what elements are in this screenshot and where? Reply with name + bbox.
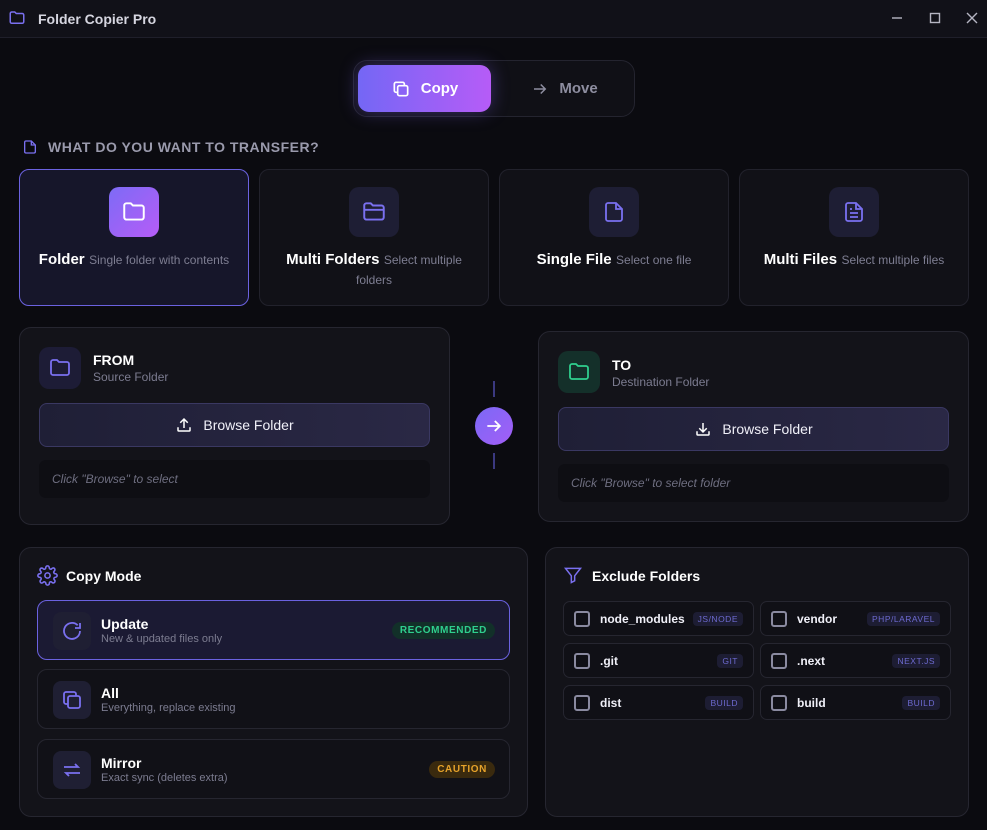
refresh-icon xyxy=(53,612,91,650)
close-icon xyxy=(966,12,978,24)
copy-label: Copy xyxy=(420,80,459,97)
copy-icon xyxy=(53,681,91,719)
exclude-name: dist xyxy=(600,696,622,710)
to-title: TO xyxy=(612,357,632,373)
file-icon xyxy=(24,140,36,154)
section-title: WHAT DO YOU WANT TO TRANSFER? xyxy=(48,139,320,155)
arrow-right-icon xyxy=(534,83,547,94)
file-icon xyxy=(589,187,639,237)
maximize-icon xyxy=(929,12,941,24)
type-desc: Single folder with contents xyxy=(89,253,230,267)
exclude-item-git[interactable]: .git GIT xyxy=(563,643,754,678)
copy-mode-option-all[interactable]: All Everything, replace existing xyxy=(37,669,510,729)
checkbox[interactable] xyxy=(771,695,787,711)
exclude-title: Exclude Folders xyxy=(592,568,701,584)
browse-label: Browse Folder xyxy=(722,421,813,437)
checkbox[interactable] xyxy=(574,611,590,627)
from-panel: FROM Source Folder Browse Folder Click "… xyxy=(19,327,450,525)
copy-mode-button[interactable]: Copy xyxy=(358,65,491,112)
folder-icon xyxy=(558,351,600,393)
exclude-name: .next xyxy=(797,654,826,668)
exclude-name: vendor xyxy=(797,612,838,626)
copy-icon xyxy=(393,81,409,96)
filter-icon xyxy=(563,567,583,584)
copy-mode-option-update[interactable]: Update New & updated files only RECOMMEN… xyxy=(37,600,510,660)
connector-line xyxy=(493,381,495,397)
folder-icon xyxy=(109,187,159,237)
exclude-tag: BUILD xyxy=(705,696,743,710)
folder-icon xyxy=(9,11,25,24)
type-card-multi-folders[interactable]: Multi Folders Select multiple folders xyxy=(259,169,489,306)
checkbox[interactable] xyxy=(574,653,590,669)
type-card-folder[interactable]: Folder Single folder with contents xyxy=(19,169,249,306)
type-desc: Select multiple files xyxy=(841,253,945,267)
minimize-icon xyxy=(892,17,902,19)
exclude-item-node-modules[interactable]: node_modules JS/NODE xyxy=(563,601,754,636)
exclude-name: build xyxy=(797,696,826,710)
close-button[interactable] xyxy=(963,9,981,27)
move-label: Move xyxy=(559,80,598,97)
option-name: Update xyxy=(101,616,149,632)
exclude-item-dist[interactable]: dist BUILD xyxy=(563,685,754,720)
folder-icon xyxy=(39,347,81,389)
gear-icon xyxy=(37,565,58,586)
exclude-name: .git xyxy=(600,654,618,668)
option-desc: New & updated files only xyxy=(101,633,223,645)
option-desc: Everything, replace existing xyxy=(101,702,236,714)
option-name: All xyxy=(101,685,119,701)
copy-mode-title: Copy Mode xyxy=(66,568,142,584)
exclude-tag: NEXT.JS xyxy=(892,654,940,668)
to-path-field[interactable]: Click "Browse" to select folder xyxy=(558,464,949,502)
exclude-tag: GIT xyxy=(717,654,743,668)
type-card-multi-files[interactable]: Multi Files Select multiple files xyxy=(739,169,969,306)
exclude-item-next[interactable]: .next NEXT.JS xyxy=(760,643,951,678)
sync-icon xyxy=(53,751,91,789)
to-panel: TO Destination Folder Browse Folder Clic… xyxy=(538,331,969,522)
file-text-icon xyxy=(829,187,879,237)
type-name: Multi Folders xyxy=(286,251,380,268)
type-card-single-file[interactable]: Single File Select one file xyxy=(499,169,729,306)
from-browse-button[interactable]: Browse Folder xyxy=(39,403,430,447)
exclude-tag: JS/NODE xyxy=(692,612,743,626)
recommended-badge: RECOMMENDED xyxy=(391,622,495,639)
exclude-panel xyxy=(545,547,969,817)
browse-label: Browse Folder xyxy=(203,417,294,433)
download-icon xyxy=(696,423,711,436)
to-browse-button[interactable]: Browse Folder xyxy=(558,407,949,451)
exclude-name: node_modules xyxy=(600,612,685,626)
type-name: Single File xyxy=(536,251,612,268)
caution-badge: CAUTION xyxy=(429,761,495,778)
checkbox[interactable] xyxy=(771,611,787,627)
from-path-field[interactable]: Click "Browse" to select xyxy=(39,460,430,498)
checkbox[interactable] xyxy=(771,653,787,669)
to-path-placeholder: Click "Browse" to select folder xyxy=(571,476,731,490)
move-mode-button[interactable]: Move xyxy=(498,65,631,112)
type-name: Folder xyxy=(38,251,85,268)
type-name: Multi Files xyxy=(763,251,838,268)
folder-icon xyxy=(349,187,399,237)
from-title: FROM xyxy=(93,352,135,368)
connector-line xyxy=(493,453,495,469)
transfer-section-label: WHAT DO YOU WANT TO TRANSFER? xyxy=(22,138,319,156)
upload-icon xyxy=(177,417,192,432)
from-subtitle: Source Folder xyxy=(93,370,169,384)
exclude-item-vendor[interactable]: vendor PHP/LARAVEL xyxy=(760,601,951,636)
option-name: Mirror xyxy=(101,755,142,771)
app-title: Folder Copier Pro xyxy=(38,11,157,27)
title-bar: Folder Copier Pro xyxy=(0,0,987,38)
from-path-placeholder: Click "Browse" to select xyxy=(52,472,178,486)
minimize-button[interactable] xyxy=(888,9,906,27)
maximize-button[interactable] xyxy=(926,9,944,27)
operation-toggle: Copy Move xyxy=(353,60,635,117)
type-desc: Select one file xyxy=(616,253,692,267)
checkbox[interactable] xyxy=(574,695,590,711)
exclude-tag: BUILD xyxy=(902,696,940,710)
option-desc: Exact sync (deletes extra) xyxy=(101,772,228,784)
exclude-item-build[interactable]: build BUILD xyxy=(760,685,951,720)
exclude-tag: PHP/LARAVEL xyxy=(867,612,940,626)
to-subtitle: Destination Folder xyxy=(612,375,710,389)
copy-mode-option-mirror[interactable]: Mirror Exact sync (deletes extra) CAUTIO… xyxy=(37,739,510,799)
arrow-right-icon xyxy=(475,407,513,445)
